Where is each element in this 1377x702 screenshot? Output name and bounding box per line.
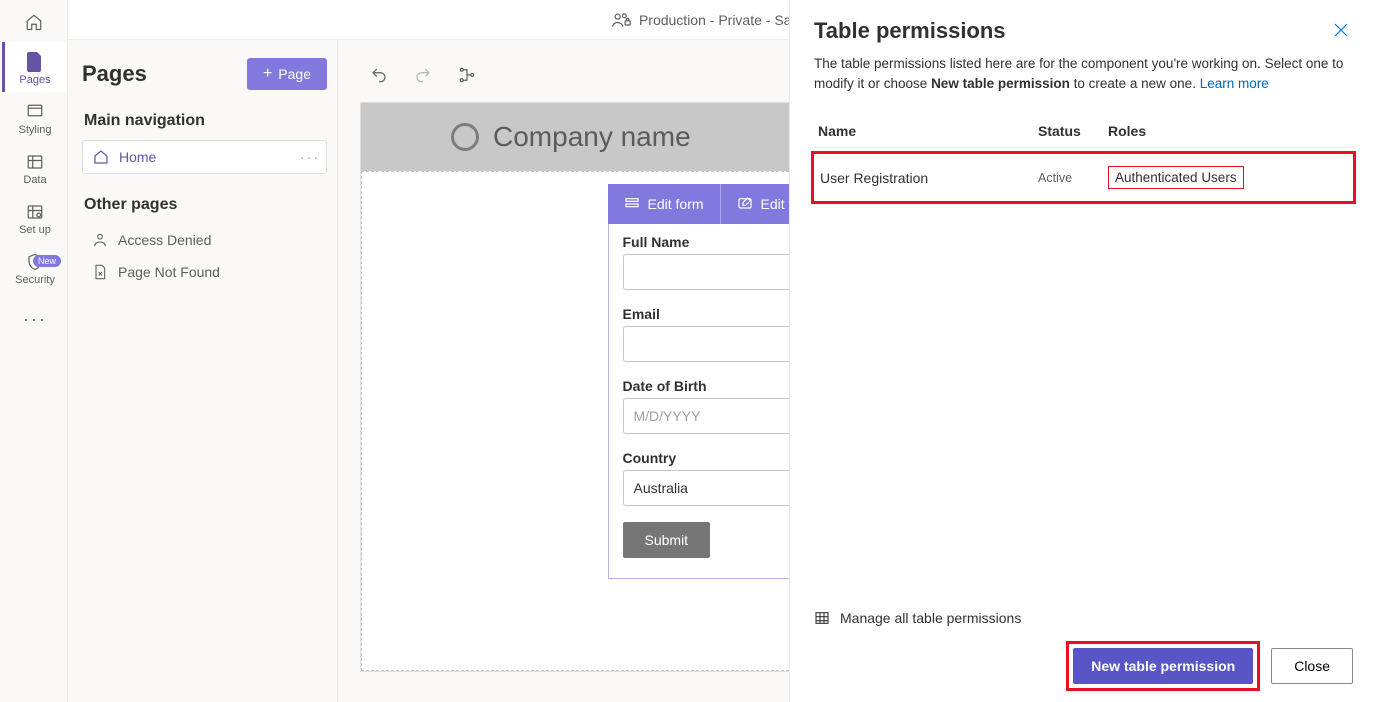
permissions-table-head: Name Status Roles [814, 115, 1353, 148]
rail-data[interactable]: Data [2, 142, 66, 192]
people-lock-icon [611, 11, 631, 29]
environment-label: Production - Private - Saved [639, 12, 814, 28]
new-badge: New [33, 255, 61, 267]
rail-security[interactable]: New Security [2, 242, 66, 292]
perm-name: User Registration [820, 170, 1038, 186]
panel-sub-bold: New table permission [931, 76, 1070, 91]
company-name-text: Company name [493, 121, 691, 153]
edit-form-button[interactable]: Edit form [608, 184, 721, 224]
rail-setup-label: Set up [19, 224, 51, 236]
nav-access-denied-label: Access Denied [118, 232, 211, 248]
rail-pages-label: Pages [19, 74, 50, 86]
col-roles: Roles [1108, 123, 1349, 139]
plus-icon: + [263, 65, 272, 83]
col-name: Name [818, 123, 1038, 139]
permissions-table: Name Status Roles User Registration Acti… [814, 115, 1353, 201]
styling-icon [25, 102, 45, 122]
pages-panel: Pages + Page Main navigation Home ··· Ot… [68, 40, 338, 702]
rail-pages[interactable]: Pages [2, 42, 66, 92]
role-chip: Authenticated Users [1108, 166, 1244, 189]
rail-styling[interactable]: Styling [2, 92, 66, 142]
page-x-icon [92, 264, 108, 280]
submit-button[interactable]: Submit [623, 522, 711, 558]
table-permissions-panel: Table permissions The table permissions … [789, 0, 1377, 702]
add-page-label: Page [278, 66, 311, 82]
manage-all-label: Manage all table permissions [840, 610, 1021, 626]
new-permission-highlight: New table permission [1069, 644, 1257, 688]
nav-item-page-not-found[interactable]: Page Not Found [82, 256, 327, 288]
new-table-permission-button[interactable]: New table permission [1073, 648, 1253, 684]
setup-icon [25, 202, 45, 222]
permission-row[interactable]: User Registration Active Authenticated U… [816, 156, 1351, 199]
ellipsis-icon: ··· [25, 309, 45, 329]
pages-title: Pages [82, 61, 147, 87]
nav-item-access-denied[interactable]: Access Denied [82, 224, 327, 256]
nav-pnf-label: Page Not Found [118, 264, 220, 280]
home-icon [93, 149, 109, 165]
learn-more-link[interactable]: Learn more [1200, 76, 1269, 91]
close-icon [1333, 22, 1349, 38]
rail-setup[interactable]: Set up [2, 192, 66, 242]
home-icon-button[interactable] [6, 6, 62, 38]
nav-home-label: Home [119, 149, 156, 165]
edit-form-label: Edit form [648, 196, 704, 212]
rail-styling-label: Styling [18, 124, 51, 136]
panel-footer: New table permission Close [814, 644, 1353, 688]
data-icon [25, 152, 45, 172]
left-rail: Pages Styling Data Set up New Security ·… [0, 0, 68, 702]
form-icon [624, 196, 640, 212]
redo-button[interactable] [410, 62, 436, 88]
country-value: Australia [634, 480, 688, 496]
rail-data-label: Data [23, 174, 46, 186]
manage-all-link[interactable]: Manage all table permissions [814, 600, 1353, 644]
close-button[interactable]: Close [1271, 648, 1353, 684]
page-icon [25, 52, 45, 72]
fields-icon [737, 196, 753, 212]
panel-title: Table permissions [814, 18, 1006, 44]
panel-subtitle: The table permissions listed here are fo… [814, 54, 1353, 93]
col-status: Status [1038, 123, 1108, 139]
main-nav-heading: Main navigation [84, 112, 327, 130]
perm-roles: Authenticated Users [1108, 166, 1347, 189]
permission-row-highlight: User Registration Active Authenticated U… [814, 154, 1353, 201]
company-logo-icon [451, 123, 479, 151]
close-panel-button[interactable] [1329, 18, 1353, 42]
component-tree-button[interactable] [454, 62, 480, 88]
add-page-button[interactable]: + Page [247, 58, 327, 90]
undo-button[interactable] [366, 62, 392, 88]
person-icon [92, 232, 108, 248]
rail-security-label: Security [15, 274, 55, 286]
nav-item-home[interactable]: Home ··· [82, 140, 327, 174]
table-icon [814, 610, 830, 626]
perm-status: Active [1038, 171, 1108, 185]
nav-home-more[interactable]: ··· [300, 149, 320, 165]
other-pages-heading: Other pages [84, 196, 327, 214]
panel-sub-b: to create a new one. [1070, 76, 1200, 91]
rail-more[interactable]: ··· [2, 292, 66, 342]
